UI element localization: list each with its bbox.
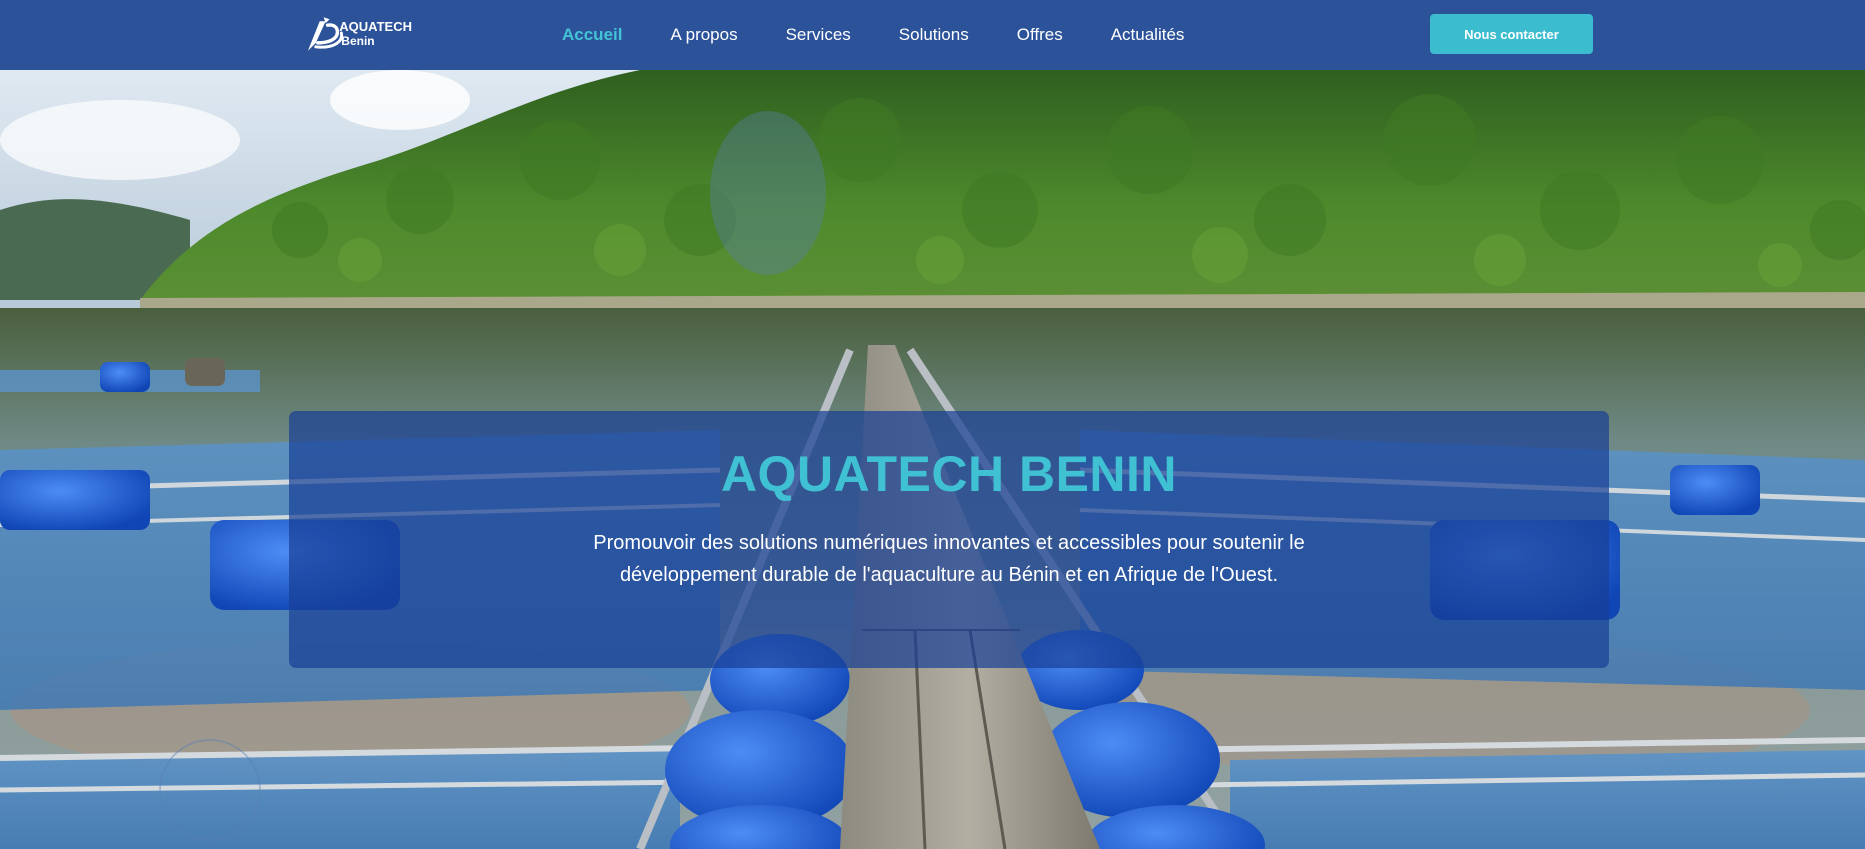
hero-overlay-panel: AQUATECH BENIN Promouvoir des solutions … bbox=[289, 411, 1609, 668]
logo[interactable]: AQUATECH Benin bbox=[304, 12, 412, 56]
contact-button[interactable]: Nous contacter bbox=[1430, 14, 1593, 54]
nav-link-a-propos[interactable]: A propos bbox=[670, 25, 737, 45]
main-nav: Accueil A propos Services Solutions Offr… bbox=[562, 0, 1232, 70]
navbar: AQUATECH Benin Accueil A propos Services… bbox=[0, 0, 1865, 70]
logo-text: AQUATECH Benin bbox=[339, 19, 412, 49]
logo-name-line2: Benin bbox=[341, 34, 375, 48]
nav-link-actualites[interactable]: Actualités bbox=[1111, 25, 1185, 45]
nav-link-solutions[interactable]: Solutions bbox=[899, 25, 969, 45]
nav-link-offres[interactable]: Offres bbox=[1017, 25, 1063, 45]
hero-section: AQUATECH BENIN Promouvoir des solutions … bbox=[0, 70, 1865, 849]
hero-subtitle: Promouvoir des solutions numériques inno… bbox=[593, 532, 1305, 586]
logo-name-line1: AQUATECH bbox=[339, 19, 412, 34]
hero-title: AQUATECH BENIN bbox=[720, 446, 1178, 502]
nav-link-services[interactable]: Services bbox=[786, 25, 851, 45]
nav-link-accueil[interactable]: Accueil bbox=[562, 25, 622, 45]
